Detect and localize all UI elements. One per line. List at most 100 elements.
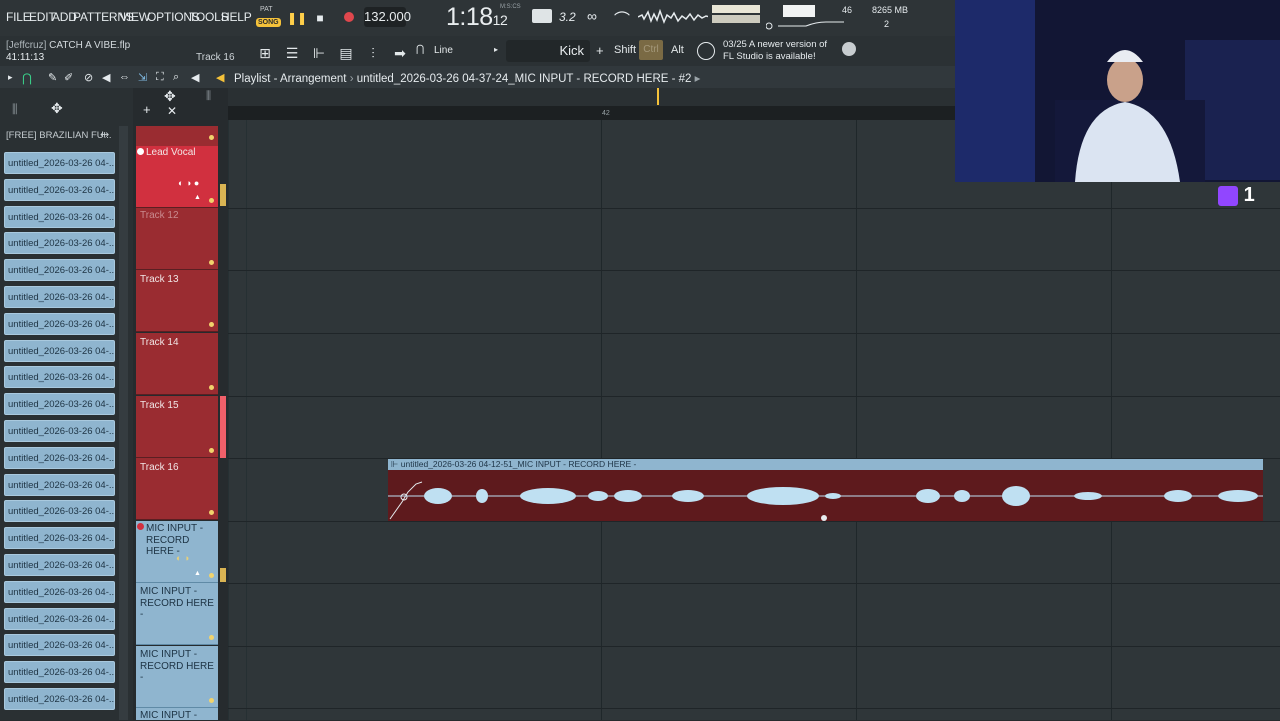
ctrl-key-button[interactable]: Ctrl	[639, 40, 663, 60]
track-expand-icon[interactable]: ▲	[194, 570, 201, 577]
channel-rack-icon[interactable]: ☰	[283, 44, 301, 62]
loop-icon[interactable]: ∞	[587, 8, 597, 24]
track-expand-icon[interactable]: ▲	[194, 194, 201, 201]
notice-line1: A newer version of	[748, 39, 828, 50]
track-name-line1: MIC INPUT -	[140, 586, 198, 597]
playlist-title: Playlist - Arrangement › untitled_2026-0…	[234, 73, 701, 85]
close-icon[interactable]: ✕	[167, 104, 177, 118]
metronome-icon[interactable]: ⌒	[614, 6, 630, 30]
update-notice[interactable]: 03/25 A newer version of FL Studio is av…	[723, 39, 827, 63]
arrangement-name[interactable]: untitled_2026-03-26 04-37-24_MIC INPUT -…	[357, 73, 692, 85]
stop-icon[interactable]: ■	[313, 11, 327, 25]
browser-item[interactable]: untitled_2026-03-26 04-...	[4, 473, 115, 496]
pat-song-toggle[interactable]: PAT SONG	[256, 6, 282, 30]
step-size[interactable]: 3.2	[559, 10, 576, 24]
menu-view[interactable]: VIEW	[120, 10, 150, 24]
channel-selector[interactable]: Kick	[506, 40, 590, 62]
shift-key-button[interactable]: Shift	[614, 44, 636, 56]
slip-icon[interactable]: ⇔	[119, 71, 130, 83]
browser-nav-icon[interactable]: ✥	[51, 100, 63, 117]
browser-item[interactable]: untitled_2026-03-26 04-...	[4, 178, 115, 201]
move-icon[interactable]: ✥	[164, 88, 176, 105]
track-header-lead-vocal[interactable]: Lead Vocal ◐ ◑ ● ▲	[136, 146, 218, 208]
clip-header[interactable]: ⊩ untitled_2026-03-26 04-12-51_MIC INPUT…	[388, 459, 1263, 470]
track-grid-icon[interactable]: ⫼	[206, 90, 211, 103]
snap-selector[interactable]: ⋂ Line ▸	[416, 44, 500, 60]
browser-item[interactable]: untitled_2026-03-26 04-...	[4, 607, 115, 630]
browser-item[interactable]: untitled_2026-03-26 04-...	[4, 580, 115, 603]
notice-date: 03/25	[723, 39, 747, 50]
browser-item[interactable]: untitled_2026-03-26 04-...	[4, 339, 115, 362]
pause-icon[interactable]: ❚❚	[287, 11, 307, 25]
track-header-14[interactable]: Track 14	[136, 333, 218, 395]
track-name-line2: RECORD HERE -	[140, 598, 214, 620]
track-record-icon[interactable]	[137, 148, 144, 155]
browser-item[interactable]: untitled_2026-03-26 04-...	[4, 152, 115, 174]
track-header-18[interactable]: MIC INPUT - RECORD HERE -	[136, 583, 218, 645]
pencil-icon[interactable]: ✎	[48, 71, 57, 84]
browser-item[interactable]: untitled_2026-03-26 04-...	[4, 554, 115, 576]
magnet-snap-icon[interactable]: ⋂	[22, 71, 32, 85]
browser-item[interactable]: untitled_2026-03-26 04-...	[4, 366, 115, 389]
browser-icon[interactable]: ⫼	[12, 102, 18, 117]
browser-item[interactable]: untitled_2026-03-26 04-...	[4, 420, 115, 442]
track-meter-17	[220, 568, 226, 582]
select-icon[interactable]: ⛶	[156, 71, 164, 84]
track-header-10[interactable]	[136, 126, 218, 146]
browser-item[interactable]: untitled_2026-03-26 04-...	[4, 446, 115, 469]
record-icon[interactable]	[344, 12, 354, 22]
track-header-12[interactable]: Track 12	[136, 208, 218, 270]
browser-item[interactable]: untitled_2026-03-26 04-...	[4, 688, 115, 710]
tempo-display[interactable]: 132.000	[364, 7, 411, 27]
playlist-grid[interactable]	[228, 120, 1280, 720]
fl-logo-icon[interactable]	[842, 42, 856, 56]
brush-icon[interactable]: ✐	[64, 71, 73, 84]
clip-waveform-area[interactable]	[388, 470, 1263, 521]
keyboard-icon[interactable]	[532, 9, 552, 23]
playback-icon[interactable]: ◀	[191, 71, 199, 84]
time-ruler[interactable]	[228, 106, 955, 120]
playlist-overview[interactable]	[228, 88, 955, 106]
playlist-name: Playlist - Arrangement	[234, 73, 347, 85]
browser-item[interactable]: untitled_2026-03-26 04-...	[4, 259, 115, 282]
slice-icon[interactable]: ⇲	[138, 71, 147, 84]
alt-key-button[interactable]: Alt	[671, 44, 684, 56]
track-header-13[interactable]: Track 13	[136, 270, 218, 332]
browser-item[interactable]: untitled_2026-03-26 04-...	[4, 232, 115, 255]
add-button[interactable]: +	[596, 43, 604, 58]
track-header-20[interactable]: MIC INPUT -	[136, 708, 218, 721]
browser-item[interactable]: untitled_2026-03-26 04-...	[4, 393, 115, 416]
audio-clip[interactable]: ⊩ untitled_2026-03-26 04-12-51_MIC INPUT…	[388, 459, 1263, 521]
add-track-icon[interactable]: +	[143, 102, 151, 117]
track-header-19[interactable]: MIC INPUT - RECORD HERE -	[136, 646, 218, 708]
track-header-16[interactable]: Track 16	[136, 458, 218, 520]
track-controls-icon[interactable]: ◐ ◑	[176, 553, 189, 563]
clip-menu-icon[interactable]: ⊩	[391, 459, 401, 469]
browser-item[interactable]: untitled_2026-03-26 04-...	[4, 661, 115, 684]
arrow-right-icon[interactable]: ➡	[391, 44, 409, 62]
browser-item[interactable]: untitled_2026-03-26 04-...	[4, 312, 115, 335]
browser-item[interactable]: untitled_2026-03-26 04-...	[4, 634, 115, 657]
browser-item[interactable]: untitled_2026-03-26 04-...	[4, 286, 115, 308]
notification-icon[interactable]	[697, 42, 715, 60]
delete-icon[interactable]: ⊘	[84, 71, 93, 84]
play-arrow-icon[interactable]: ▸	[8, 72, 13, 83]
speaker-icon[interactable]: ◀	[216, 71, 224, 84]
browser-item[interactable]: untitled_2026-03-26 04-...	[4, 500, 115, 523]
browser-scrollbar[interactable]	[119, 126, 128, 720]
mute-icon[interactable]: ◀	[102, 71, 110, 84]
mixer-icon[interactable]: ▤	[337, 44, 355, 62]
menu-file[interactable]: FILE	[6, 10, 31, 24]
track-controls-icon[interactable]: ◐ ◑ ●	[178, 178, 199, 188]
track-header-15[interactable]: Track 15	[136, 396, 218, 458]
browser-collapse-icon[interactable]: ⇹	[100, 128, 109, 141]
eq-icon[interactable]: ⫶	[364, 44, 382, 62]
zoom-icon[interactable]: ⌕	[173, 71, 179, 84]
playlist-icon[interactable]: ⊞	[256, 44, 274, 62]
menu-help[interactable]: HELP	[221, 10, 252, 24]
browser-item[interactable]: untitled_2026-03-26 04-...	[4, 527, 115, 550]
track-header-17[interactable]: MIC INPUT - RECORD HERE - ◐ ◑ ▲	[136, 521, 218, 583]
track-record-icon[interactable]	[137, 523, 144, 530]
browser-item[interactable]: untitled_2026-03-26 04-...	[4, 205, 115, 228]
piano-roll-icon[interactable]: ⊩	[310, 44, 328, 62]
